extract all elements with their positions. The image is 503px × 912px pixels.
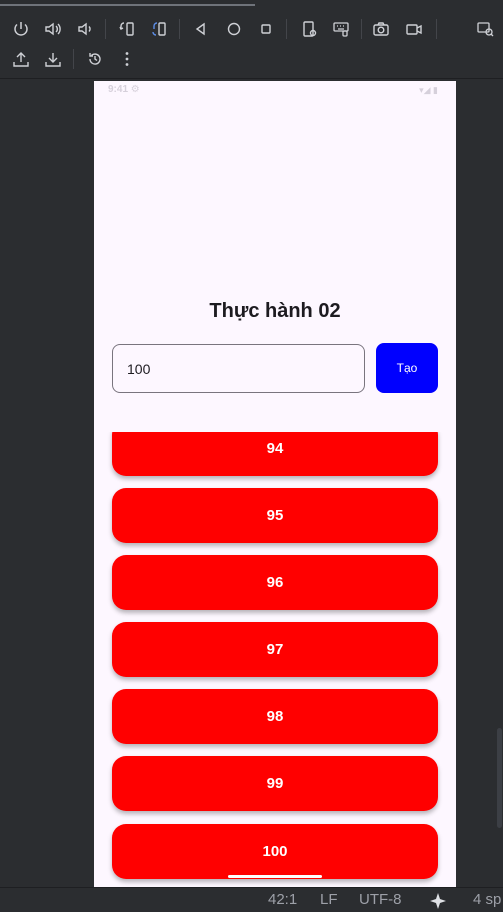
emulator-screen[interactable]: 9:41 ⚙ ▾◢ ▮ Thực hành 02 Tạo 94 95 96 97… [94, 81, 456, 887]
rotate-left-icon[interactable] [115, 17, 139, 41]
fold-icon[interactable] [297, 17, 321, 41]
mirror-icon[interactable] [473, 17, 497, 41]
more-icon[interactable] [115, 47, 139, 71]
toolbar-separator [286, 19, 287, 39]
file-encoding[interactable]: UTF-8 [359, 891, 402, 908]
list-item[interactable]: 95 [112, 488, 438, 543]
gesture-nav-handle[interactable] [228, 875, 322, 878]
export-icon[interactable] [41, 47, 65, 71]
keyboard-icon[interactable] [329, 17, 353, 41]
volume-up-icon[interactable] [41, 17, 65, 41]
overview-icon[interactable] [254, 17, 278, 41]
screen-record-icon[interactable] [402, 17, 426, 41]
ide-status-bar: 42:1 LF UTF-8 4 sp [0, 887, 503, 912]
list-item[interactable]: 94 [112, 432, 438, 476]
create-button[interactable]: Tạo [376, 343, 438, 393]
count-input[interactable] [112, 344, 365, 393]
sparkle-icon[interactable] [429, 892, 447, 912]
back-icon[interactable] [189, 17, 213, 41]
status-time: 9:41 ⚙ [108, 84, 140, 95]
progress-fill [0, 4, 255, 6]
screenshot-icon[interactable] [369, 17, 393, 41]
progress-line [0, 0, 503, 6]
number-list[interactable]: 94 95 96 97 98 99 100 [94, 432, 456, 887]
status-bar: 9:41 ⚙ ▾◢ ▮ [94, 81, 456, 99]
toolbar-separator [105, 19, 106, 39]
power-icon[interactable] [9, 17, 33, 41]
list-item[interactable]: 96 [112, 555, 438, 610]
page-title: Thực hành 02 [209, 300, 341, 322]
indent-setting[interactable]: 4 sp [473, 891, 501, 908]
emulator-toolbar-row2 [0, 43, 503, 75]
toolbar-separator [436, 19, 437, 39]
volume-down-icon[interactable] [73, 17, 97, 41]
scrollbar[interactable] [497, 728, 502, 828]
status-icons: ▾◢ ▮ [419, 85, 438, 95]
list-item[interactable]: 100 [112, 824, 438, 879]
list-item[interactable]: 98 [112, 689, 438, 744]
list-item[interactable]: 97 [112, 622, 438, 677]
emulator-toolbar-row1 [0, 13, 503, 45]
snapshot-history-icon[interactable] [83, 47, 107, 71]
import-icon[interactable] [9, 47, 33, 71]
rotate-right-icon[interactable] [147, 17, 171, 41]
toolbar-divider [0, 78, 503, 79]
toolbar-separator [361, 19, 362, 39]
home-icon[interactable] [222, 17, 246, 41]
cursor-position[interactable]: 42:1 [268, 891, 297, 908]
toolbar-separator [73, 49, 74, 69]
line-ending[interactable]: LF [320, 891, 338, 908]
toolbar-separator [179, 19, 180, 39]
list-item[interactable]: 99 [112, 756, 438, 811]
